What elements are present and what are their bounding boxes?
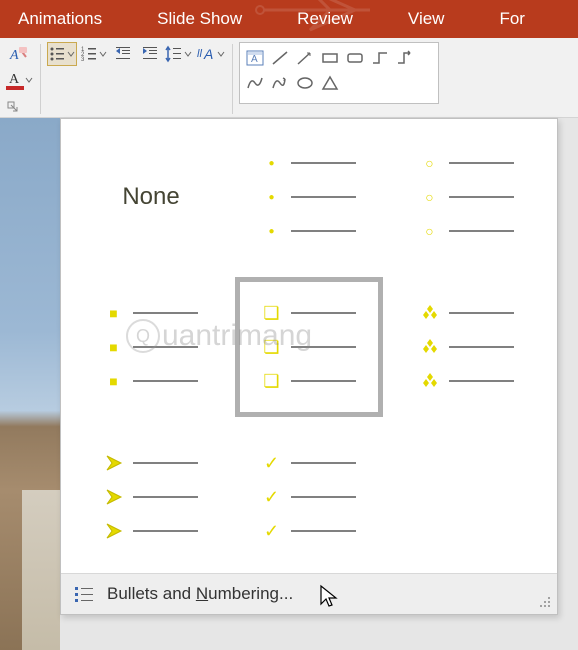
bullets-grid: None ● ● ● ○ ○ ○ ■ ■ ■ ❏ ❏ ❏: [61, 119, 557, 573]
tab-slide-show[interactable]: Slide Show: [157, 9, 242, 29]
tab-review[interactable]: Review: [297, 9, 353, 29]
bullet-option-diamond-cluster[interactable]: [393, 277, 541, 417]
group-divider-2: [232, 44, 233, 114]
increase-indent-button[interactable]: [138, 42, 162, 66]
bullets-and-numbering-menu-item[interactable]: Bullets and Numbering...: [61, 573, 557, 614]
tab-format[interactable]: For: [499, 9, 525, 29]
numbering-button[interactable]: 1 2 3: [80, 42, 108, 66]
svg-text:A: A: [251, 54, 258, 65]
line-spacing-icon: [165, 45, 183, 63]
shape-line[interactable]: [269, 47, 291, 69]
line-spacing-dropdown-icon: [183, 42, 193, 66]
shape-connector[interactable]: [369, 47, 391, 69]
numbering-dropdown-icon: [98, 42, 108, 66]
slide-background-strip: [0, 118, 60, 650]
text-direction-button[interactable]: ll A: [196, 42, 226, 66]
bullets-dropdown-icon: [66, 42, 76, 66]
svg-text:A: A: [9, 72, 20, 85]
bullet-diamond-icon: [421, 304, 439, 322]
bullet-arrowhead-icon: [105, 454, 123, 472]
font-group: A A: [6, 42, 34, 114]
text-direction-icon: ll A: [196, 45, 216, 63]
bullet-option-arrowhead[interactable]: [77, 427, 225, 567]
bullet-square-open-icon: ❏: [263, 304, 281, 322]
bullet-dot-icon: ●: [263, 154, 281, 172]
tab-animations[interactable]: Animations: [18, 9, 102, 29]
line-spacing-button[interactable]: [165, 42, 193, 66]
bullet-square-filled-icon: ■: [105, 304, 123, 322]
bullet-option-small-dot[interactable]: ● ● ●: [235, 127, 383, 267]
slide-photo: [0, 118, 60, 650]
bullet-option-none[interactable]: None: [77, 127, 225, 267]
numbering-icon: 1 2 3: [80, 45, 98, 63]
font-color-button[interactable]: A: [6, 68, 34, 92]
mouse-cursor-icon: [319, 584, 339, 610]
shape-rounded-rect[interactable]: [344, 47, 366, 69]
bullet-check-icon: ✓: [263, 454, 281, 472]
text-direction-dropdown-icon: [216, 42, 226, 66]
none-label: None: [122, 183, 179, 211]
font-color-dropdown-icon: [24, 68, 34, 92]
decrease-indent-button[interactable]: [111, 42, 135, 66]
font-color-icon: A: [8, 71, 22, 85]
clear-formatting-button[interactable]: A: [6, 42, 30, 66]
shapes-gallery[interactable]: A: [239, 42, 439, 104]
group-divider: [40, 44, 41, 114]
shape-oval[interactable]: [294, 72, 316, 94]
bullet-line: [291, 162, 356, 164]
dialog-launcher-font[interactable]: [6, 100, 20, 114]
bullet-option-checkmark[interactable]: ✓ ✓ ✓: [235, 427, 383, 567]
shape-curve[interactable]: [244, 72, 266, 94]
clear-formatting-icon: A: [8, 45, 28, 63]
bullet-option-open-circle[interactable]: ○ ○ ○: [393, 127, 541, 267]
svg-text:3: 3: [81, 57, 85, 63]
shape-line-arrow[interactable]: [294, 47, 316, 69]
resize-grip-icon[interactable]: [539, 596, 551, 608]
ribbon-toolbar: A A: [0, 38, 578, 118]
shape-curve-arrow[interactable]: [269, 72, 291, 94]
svg-text:ll: ll: [197, 48, 202, 60]
dialog-launcher-icon: [7, 101, 19, 113]
increase-indent-icon: [141, 45, 159, 63]
bullet-option-open-square[interactable]: ❏ ❏ ❏: [235, 277, 383, 417]
shape-elbow-arrow[interactable]: [394, 47, 416, 69]
ribbon-tabs: Animations Slide Show Review View For: [0, 0, 578, 38]
slide-edit-area: None ● ● ● ○ ○ ○ ■ ■ ■ ❏ ❏ ❏: [0, 118, 578, 650]
bullets-dropdown-panel: None ● ● ● ○ ○ ○ ■ ■ ■ ❏ ❏ ❏: [60, 118, 558, 615]
decrease-indent-icon: [114, 45, 132, 63]
svg-text:A: A: [9, 48, 19, 63]
tab-view[interactable]: View: [408, 9, 445, 29]
bullet-option-filled-square[interactable]: ■ ■ ■: [77, 277, 225, 417]
bullets-icon: [48, 45, 66, 63]
svg-text:A: A: [203, 46, 213, 62]
bullets-footer-label: Bullets and Numbering...: [107, 584, 293, 604]
bullets-button[interactable]: [47, 42, 77, 66]
shape-triangle[interactable]: [319, 72, 341, 94]
shape-rectangle[interactable]: [319, 47, 341, 69]
paragraph-group: 1 2 3: [47, 42, 226, 66]
bullets-list-icon: [75, 587, 95, 602]
bullet-circle-icon: ○: [421, 154, 439, 172]
shape-textbox[interactable]: A: [244, 47, 266, 69]
